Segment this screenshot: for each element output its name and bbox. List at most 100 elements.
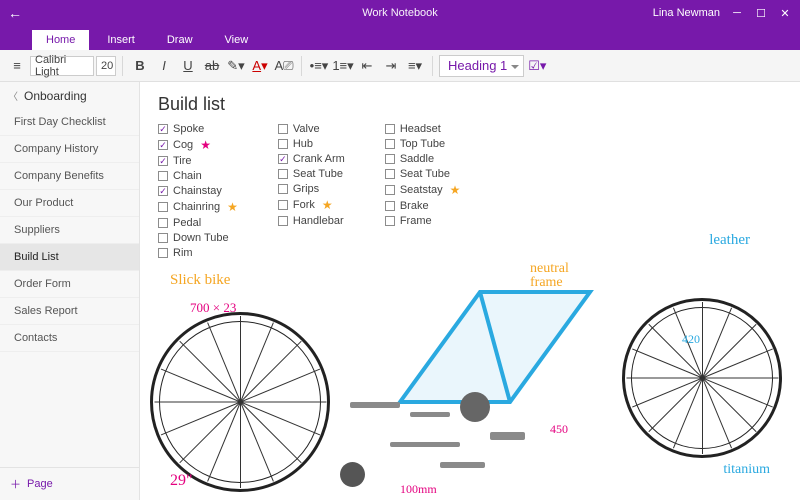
checkbox-icon[interactable] [278,169,288,179]
checklist-item[interactable]: Seat Tube [385,168,461,180]
checkbox-icon[interactable] [385,154,395,164]
checklist-item[interactable]: Chainring ★ [158,200,238,214]
add-page-button[interactable]: ＋ Page [0,467,139,500]
checkbox-icon[interactable] [158,202,168,212]
bullet-list-button[interactable]: •≡▾ [308,55,330,77]
checklist-item[interactable]: Saddle [385,153,461,165]
minimize-button[interactable]: ─ [730,7,744,19]
bold-button[interactable]: B [129,55,151,77]
checkbox-icon[interactable] [278,139,288,149]
page-item[interactable]: First Day Checklist [0,109,139,136]
tab-insert[interactable]: Insert [93,30,149,50]
page-item[interactable]: Company Benefits [0,163,139,190]
checkbox-icon[interactable] [278,184,288,194]
checklist-label: Chainring [173,201,220,213]
page-item[interactable]: Order Form [0,271,139,298]
checklist-item[interactable]: Chain [158,170,238,182]
plus-icon: ＋ [10,476,21,492]
font-size-select[interactable]: 20 [96,56,116,76]
checklist-item[interactable]: Grips [278,183,345,195]
checkbox-icon[interactable] [385,185,395,195]
checklist-item[interactable]: Hub [278,138,345,150]
checklist-label: Seat Tube [293,168,343,180]
page-item[interactable]: Company History [0,136,139,163]
checklist-item[interactable]: Spoke [158,123,238,135]
menu-icon[interactable]: ≡ [6,55,28,77]
checklist-block[interactable]: Spoke Cog★ Tire Chain Chainstay Chainring ★ Ped… [158,123,782,259]
checklist-label: Spoke [173,123,204,135]
bike-sketch: Slick bike 700 × 23 29" neutral frame le… [140,252,800,500]
strikethrough-button[interactable]: ab [201,55,223,77]
note-canvas[interactable]: Build list Spoke Cog★ Tire Chain Chainstay Ch… [140,82,800,500]
checklist-label: Fork [293,199,315,211]
checkbox-icon[interactable] [158,124,168,134]
checklist-item[interactable]: Chainstay [158,185,238,197]
checklist-item[interactable]: Crank Arm [278,153,345,165]
page-item[interactable]: Suppliers [0,217,139,244]
checkbox-icon[interactable] [158,218,168,228]
maximize-button[interactable]: ☐ [754,7,768,20]
toolbar: ≡ Calibri Light 20 B I U ab ✎▾ A▾ A⎚ •≡▾… [0,50,800,82]
page-item[interactable]: Sales Report [0,298,139,325]
checkbox-icon[interactable] [278,154,288,164]
user-name[interactable]: Lina Newman [653,7,720,19]
ink-dimension: 29" [170,472,193,490]
section-header[interactable]: 〈 Onboarding [0,82,139,109]
checklist-item[interactable]: Tire [158,155,238,167]
checkbox-icon[interactable] [385,139,395,149]
checklist-item[interactable]: Valve [278,123,345,135]
checklist-label: Down Tube [173,232,229,244]
style-select[interactable]: Heading 1 [439,55,524,77]
chevron-left-icon: 〈 [8,88,18,103]
checkbox-icon[interactable] [158,186,168,196]
checklist-item[interactable]: Pedal [158,217,238,229]
page-item[interactable]: Contacts [0,325,139,352]
checkbox-icon[interactable] [385,201,395,211]
back-button[interactable]: ← [0,5,30,21]
title-bar: ← Work Notebook Lina Newman ─ ☐ ✕ [0,0,800,26]
page-item-selected[interactable]: Build List [0,244,139,271]
page-item[interactable]: Our Product [0,190,139,217]
underline-button[interactable]: U [177,55,199,77]
italic-button[interactable]: I [153,55,175,77]
page-list-sidebar: 〈 Onboarding First Day Checklist Company… [0,82,140,500]
checkbox-icon[interactable] [158,171,168,181]
star-icon: ★ [200,138,211,152]
close-button[interactable]: ✕ [778,7,792,20]
checklist-label: Chain [173,170,202,182]
tab-view[interactable]: View [211,30,263,50]
font-color-button[interactable]: A▾ [249,55,271,77]
checklist-item[interactable]: Headset [385,123,461,135]
checklist-item[interactable]: Cog★ [158,138,238,152]
checkbox-icon[interactable] [158,233,168,243]
checklist-item[interactable]: Seatstay★ [385,183,461,197]
checklist-item[interactable]: Frame [385,215,461,227]
checkbox-icon[interactable] [278,200,288,210]
checklist-item[interactable]: Fork★ [278,198,345,212]
checklist-item[interactable]: Down Tube [158,232,238,244]
checklist-item[interactable]: Brake [385,200,461,212]
clear-format-button[interactable]: A⎚ [273,55,295,77]
highlight-button[interactable]: ✎▾ [225,55,247,77]
tab-draw[interactable]: Draw [153,30,207,50]
checkbox-icon[interactable] [158,140,168,150]
checklist-item[interactable]: Top Tube [385,138,461,150]
checkbox-icon[interactable] [278,124,288,134]
tab-home[interactable]: Home [32,30,89,50]
align-button[interactable]: ≡▾ [404,55,426,77]
checklist-item[interactable]: Handlebar [278,215,345,227]
checkbox-tag-button[interactable]: ☑▾ [526,55,548,77]
checkbox-icon[interactable] [278,216,288,226]
checkbox-icon[interactable] [385,169,395,179]
outdent-button[interactable]: ⇤ [356,55,378,77]
checkbox-icon[interactable] [385,216,395,226]
page-title[interactable]: Build list [158,94,782,115]
indent-button[interactable]: ⇥ [380,55,402,77]
section-name: Onboarding [24,89,87,103]
star-icon: ★ [227,200,238,214]
font-family-select[interactable]: Calibri Light [30,56,94,76]
number-list-button[interactable]: 1≡▾ [332,55,354,77]
checkbox-icon[interactable] [385,124,395,134]
checkbox-icon[interactable] [158,156,168,166]
checklist-item[interactable]: Seat Tube [278,168,345,180]
